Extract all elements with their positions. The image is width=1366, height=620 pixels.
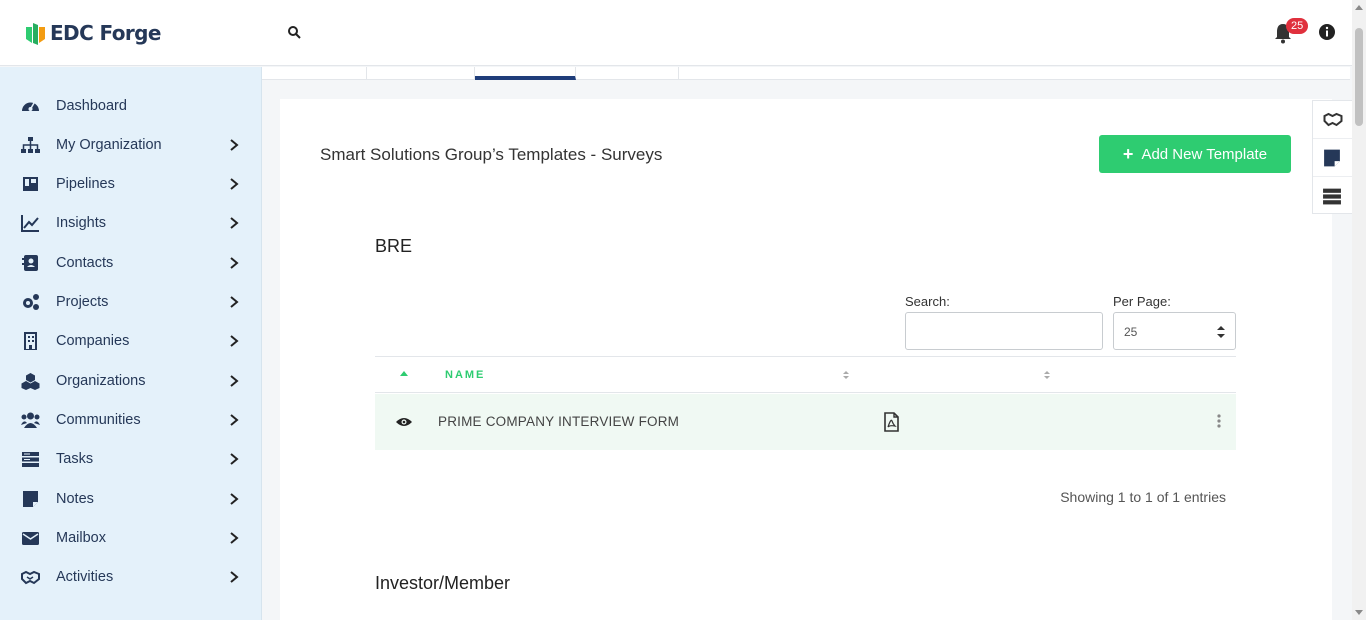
sidebar-item-companies[interactable]: Companies xyxy=(0,323,262,359)
notes-tool-button[interactable] xyxy=(1313,139,1353,177)
tab-4[interactable] xyxy=(576,67,679,80)
line-chart-icon xyxy=(21,215,39,232)
sort-icon[interactable] xyxy=(1044,369,1050,381)
sidebar-item-label: Insights xyxy=(56,215,106,231)
add-new-template-button[interactable]: + Add New Template xyxy=(1099,135,1291,173)
gears-icon xyxy=(23,294,39,310)
sidebar-item-label: Contacts xyxy=(56,255,114,271)
tasks-icon xyxy=(1323,188,1341,205)
templates-card: Smart Solutions Group’s Templates - Surv… xyxy=(280,99,1332,620)
table-info: Showing 1 to 1 of 1 entries xyxy=(1060,489,1226,505)
sidebar-item-my-organization[interactable]: My Organization xyxy=(0,127,262,163)
sidebar-item-notes[interactable]: Notes xyxy=(0,481,262,517)
chevron-right-icon xyxy=(230,217,239,229)
sitemap-icon xyxy=(21,137,40,153)
tab-surveys-active[interactable] xyxy=(475,67,576,80)
per-page-value: 25 xyxy=(1124,325,1138,339)
chevron-right-icon xyxy=(230,178,239,190)
chevron-right-icon xyxy=(230,453,239,465)
pdf-file-icon[interactable] xyxy=(882,412,900,432)
sidebar-item-activities[interactable]: Activities xyxy=(0,559,262,595)
sidebar-item-label: Projects xyxy=(56,294,109,310)
info-icon[interactable] xyxy=(1318,23,1336,41)
sidebar-item-label: Mailbox xyxy=(56,530,106,546)
chevron-right-icon xyxy=(230,493,239,505)
table-header: NAME xyxy=(375,356,1236,393)
tasks-tool-button[interactable] xyxy=(1313,177,1353,215)
eye-icon[interactable] xyxy=(395,416,413,428)
tasks-icon xyxy=(22,452,39,467)
search-input[interactable] xyxy=(905,312,1103,350)
section-title-bre: BRE xyxy=(375,236,413,256)
sidebar-item-tasks[interactable]: Tasks xyxy=(0,441,262,477)
add-new-template-label: Add New Template xyxy=(1141,145,1268,163)
note-icon xyxy=(1324,149,1340,167)
per-page-select[interactable]: 25 xyxy=(1113,312,1236,350)
cubes-icon xyxy=(21,373,40,390)
sidebar-item-pipelines[interactable]: Pipelines xyxy=(0,166,262,202)
tab-strip xyxy=(262,67,1350,80)
sidebar-item-label: Activities xyxy=(56,569,114,585)
scroll-down-icon[interactable] xyxy=(1355,610,1363,615)
note-icon xyxy=(23,491,38,507)
chevron-right-icon xyxy=(230,532,239,544)
chevron-right-icon xyxy=(230,335,239,347)
page-scrollbar[interactable] xyxy=(1352,0,1366,620)
per-page-label: Per Page: xyxy=(1113,294,1171,309)
app-name: EDC Forge xyxy=(50,21,161,45)
sidebar-item-communities[interactable]: Communities xyxy=(0,402,262,438)
chevron-right-icon xyxy=(230,414,239,426)
activities-tool-button[interactable] xyxy=(1313,101,1353,139)
sidebar-item-dashboard[interactable]: Dashboard xyxy=(0,88,262,124)
tab-2[interactable] xyxy=(367,67,475,80)
sidebar-item-label: Notes xyxy=(56,491,94,507)
sidebar-item-contacts[interactable]: Contacts xyxy=(0,245,262,281)
sidebar-item-label: Dashboard xyxy=(56,98,127,114)
page-title: Smart Solutions Group’s Templates - Surv… xyxy=(320,145,663,164)
handshake-icon xyxy=(1323,112,1343,127)
sidebar-item-label: Organizations xyxy=(56,373,146,389)
sort-asc-icon[interactable] xyxy=(400,370,408,376)
top-header: EDC Forge 25 xyxy=(0,0,1352,66)
contact-card-icon xyxy=(22,255,38,271)
dashboard-icon xyxy=(22,102,39,111)
kanban-icon xyxy=(23,177,38,191)
sidebar-item-label: Companies xyxy=(56,333,130,349)
column-header-name[interactable]: NAME xyxy=(445,369,485,381)
chevron-right-icon xyxy=(230,296,239,308)
scroll-up-icon[interactable] xyxy=(1355,5,1363,10)
sidebar-item-mailbox[interactable]: Mailbox xyxy=(0,520,262,556)
sidebar-item-label: Communities xyxy=(56,412,141,428)
plus-icon: + xyxy=(1122,144,1134,164)
sort-icon[interactable] xyxy=(843,369,849,381)
sidebar-item-label: My Organization xyxy=(56,137,162,153)
handshake-icon xyxy=(21,570,40,585)
chevron-right-icon xyxy=(230,375,239,387)
more-vertical-icon[interactable] xyxy=(1214,413,1224,429)
notification-badge: 25 xyxy=(1286,18,1309,34)
app-logo[interactable]: EDC Forge xyxy=(24,19,161,47)
chevron-right-icon xyxy=(230,257,239,269)
search-icon[interactable] xyxy=(286,24,304,42)
scroll-thumb[interactable] xyxy=(1355,28,1363,126)
sidebar-item-organizations[interactable]: Organizations xyxy=(0,363,262,399)
logo-mark-icon xyxy=(26,23,45,45)
envelope-icon xyxy=(22,532,39,545)
chevron-right-icon xyxy=(230,139,239,151)
sidebar-item-insights[interactable]: Insights xyxy=(0,205,262,241)
sidebar-item-label: Tasks xyxy=(56,451,94,467)
sidebar-item-label: Pipelines xyxy=(56,176,115,192)
section-title-investor-member: Investor/Member xyxy=(375,573,511,593)
users-icon xyxy=(21,412,40,428)
table-row: PRIME COMPANY INTERVIEW FORM xyxy=(375,394,1236,450)
sidebar: Dashboard My Organization Pipelines Insi… xyxy=(0,67,262,620)
search-label: Search: xyxy=(905,294,950,309)
building-icon xyxy=(24,332,37,350)
select-arrows-icon xyxy=(1217,326,1225,338)
chevron-right-icon xyxy=(230,571,239,583)
sidebar-item-projects[interactable]: Projects xyxy=(0,284,262,320)
template-name: PRIME COMPANY INTERVIEW FORM xyxy=(438,414,680,429)
tab-1[interactable] xyxy=(262,67,367,80)
floating-tools xyxy=(1312,100,1353,215)
